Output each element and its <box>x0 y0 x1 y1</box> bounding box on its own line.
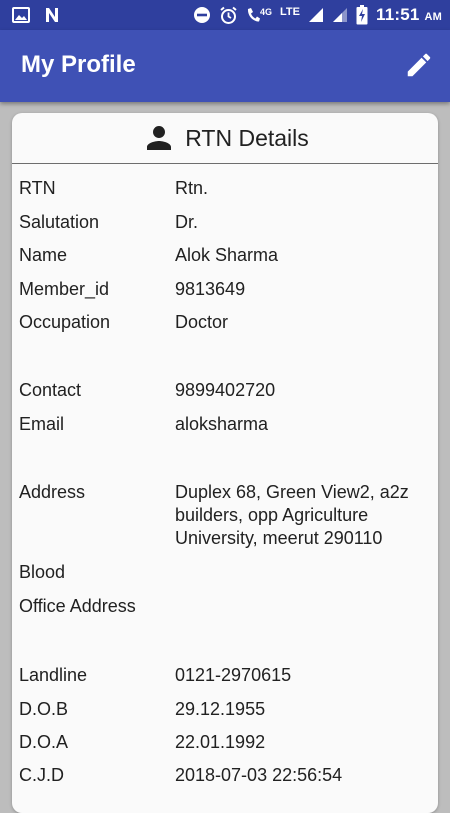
detail-row-address: Address Duplex 68, Green View2, a2z buil… <box>19 481 431 550</box>
detail-value: Alok Sharma <box>175 245 279 265</box>
network-type-label: 4G <box>260 7 273 17</box>
detail-row-occupation: Occupation Doctor <box>19 311 431 334</box>
battery-charging-icon <box>356 5 368 25</box>
detail-row-dob: D.O.B 29.12.1955 <box>19 698 431 721</box>
volte-call-icon: 4G <box>246 7 272 23</box>
detail-row-cjd: C.J.D 2018-07-03 22:56:54 <box>19 764 431 787</box>
detail-value: Rtn. <box>175 178 209 198</box>
status-bar: 4G LTE 11:51 AM <box>0 0 450 30</box>
app-bar: My Profile <box>0 30 450 102</box>
detail-value: Doctor <box>175 312 229 332</box>
card-title: RTN Details <box>185 124 309 151</box>
detail-label: Name <box>19 245 68 265</box>
detail-label: C.J.D <box>19 765 64 785</box>
detail-label: Blood <box>19 562 66 582</box>
gallery-notification-icon <box>12 7 30 23</box>
detail-label: Salutation <box>19 212 100 232</box>
detail-value: aloksharma <box>175 414 269 434</box>
do-not-disturb-icon <box>194 7 211 23</box>
detail-label: Contact <box>19 380 82 400</box>
person-icon <box>147 126 172 150</box>
edit-button[interactable] <box>404 50 434 80</box>
edit-pencil-icon <box>407 53 431 77</box>
status-time: 11:51 AM <box>376 5 442 25</box>
detail-label: Office Address <box>19 596 136 616</box>
detail-value: 29.12.1955 <box>175 699 266 719</box>
page-title: My Profile <box>21 51 136 78</box>
detail-row-office-address: Office Address <box>19 595 431 618</box>
detail-row-doa: D.O.A 22.01.1992 <box>19 731 431 754</box>
detail-label: Landline <box>19 665 88 685</box>
detail-value: 22.01.1992 <box>175 732 266 752</box>
detail-value: Duplex 68, Green View2, a2z builders, op… <box>175 482 409 548</box>
detail-label: Email <box>19 414 65 434</box>
app-notification-icon <box>46 8 58 22</box>
details-list: RTN Rtn. Salutation Dr. Name Alok Sharma… <box>19 177 431 787</box>
signal-strength-2-icon <box>333 8 347 22</box>
detail-row-email: Email aloksharma <box>19 413 431 436</box>
detail-value: Dr. <box>175 212 199 232</box>
detail-row-name: Name Alok Sharma <box>19 244 431 267</box>
detail-row-contact: Contact 9899402720 <box>19 379 431 402</box>
status-time-value: 11:51 <box>376 5 420 24</box>
detail-value: 0121-2970615 <box>175 665 292 685</box>
card-header: RTN Details <box>12 113 438 164</box>
detail-label: RTN <box>19 178 56 198</box>
detail-row-landline: Landline 0121-2970615 <box>19 664 431 687</box>
detail-value: 9813649 <box>175 279 246 299</box>
alarm-icon <box>220 6 237 24</box>
detail-value: 2018-07-03 22:56:54 <box>175 765 343 785</box>
status-time-ampm: AM <box>424 11 442 23</box>
detail-row-salutation: Salutation Dr. <box>19 211 431 234</box>
detail-label: D.O.B <box>19 699 69 719</box>
detail-row-rtn: RTN Rtn. <box>19 177 431 200</box>
detail-label: Occupation <box>19 312 111 332</box>
signal-strength-icon <box>309 8 323 22</box>
detail-label: Address <box>19 482 86 502</box>
detail-label: D.O.A <box>19 732 69 752</box>
details-card: RTN Details RTN Rtn. Salutation Dr. Name… <box>12 113 438 813</box>
detail-label: Member_id <box>19 279 110 299</box>
detail-row-blood: Blood <box>19 561 431 584</box>
detail-row-member-id: Member_id 9813649 <box>19 278 431 301</box>
lte-label: LTE <box>280 6 300 18</box>
detail-value: 9899402720 <box>175 380 276 400</box>
